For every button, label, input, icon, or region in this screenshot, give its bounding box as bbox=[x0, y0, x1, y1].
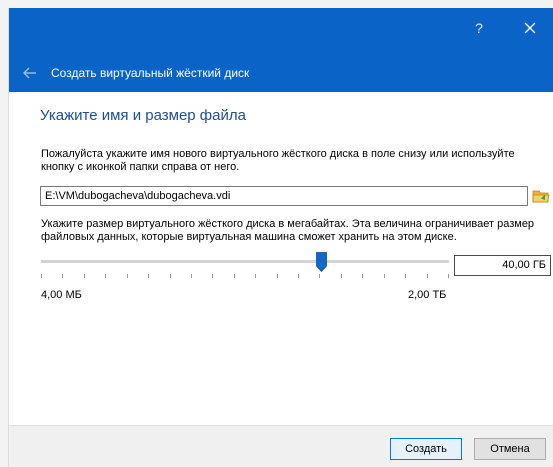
cancel-button[interactable]: Отмена bbox=[474, 438, 546, 460]
back-button[interactable] bbox=[21, 64, 39, 82]
slider-tick bbox=[41, 274, 42, 278]
slider-tick bbox=[84, 274, 85, 278]
choose-file-button[interactable] bbox=[531, 186, 551, 206]
slider-tick bbox=[212, 274, 213, 278]
slider-tick bbox=[341, 274, 342, 278]
slider-tick bbox=[362, 274, 363, 278]
slider-tick bbox=[448, 274, 449, 278]
folder-icon bbox=[532, 190, 550, 203]
slider-handle-icon bbox=[316, 252, 327, 273]
slider-tick bbox=[427, 274, 428, 278]
location-description: Пожалуйста укажите имя нового виртуально… bbox=[41, 148, 515, 173]
help-button[interactable]: ? bbox=[464, 16, 494, 40]
desktop-background-left bbox=[0, 0, 8, 467]
slider-tick bbox=[234, 274, 235, 278]
slider-tick bbox=[255, 274, 256, 278]
close-icon bbox=[524, 22, 536, 34]
slider-tick bbox=[148, 274, 149, 278]
wizard-page: Укажите имя и размер файла Пожалуйста ук… bbox=[9, 92, 553, 425]
size-slider[interactable] bbox=[41, 252, 449, 282]
wizard-header: Создать виртуальный жёсткий диск bbox=[9, 53, 553, 92]
page-heading: Укажите имя и размер файла bbox=[40, 107, 246, 124]
desktop-background-top bbox=[0, 0, 553, 8]
title-bar: ? bbox=[9, 8, 553, 53]
file-path-input[interactable]: E:\VM\dubogacheva\dubogacheva.vdi bbox=[40, 186, 528, 206]
slider-tick bbox=[384, 274, 385, 278]
size-input[interactable]: 40,00 ГБ bbox=[454, 255, 551, 276]
size-description: Укажите размер виртуального жёсткого дис… bbox=[41, 218, 535, 243]
slider-tick bbox=[277, 274, 278, 278]
slider-tick bbox=[105, 274, 106, 278]
create-button[interactable]: Создать bbox=[390, 438, 462, 460]
slider-tick bbox=[170, 274, 171, 278]
min-size-label: 4,00 МБ bbox=[41, 289, 82, 301]
slider-tick bbox=[62, 274, 63, 278]
slider-tick bbox=[298, 274, 299, 278]
max-size-label: 2,00 ТБ bbox=[408, 289, 447, 301]
slider-tick bbox=[191, 274, 192, 278]
slider-tick bbox=[127, 274, 128, 278]
back-arrow-icon bbox=[23, 67, 36, 79]
dialog-footer: Создать Отмена bbox=[9, 425, 553, 467]
slider-handle[interactable] bbox=[316, 252, 327, 273]
close-button[interactable] bbox=[514, 16, 546, 40]
wizard-title: Создать виртуальный жёсткий диск bbox=[51, 66, 250, 80]
create-virtual-disk-dialog: ? Создать виртуальный жёсткий диск Укажи… bbox=[8, 8, 553, 467]
slider-tick bbox=[319, 274, 320, 278]
slider-track[interactable] bbox=[41, 260, 449, 263]
slider-tick bbox=[405, 274, 406, 278]
